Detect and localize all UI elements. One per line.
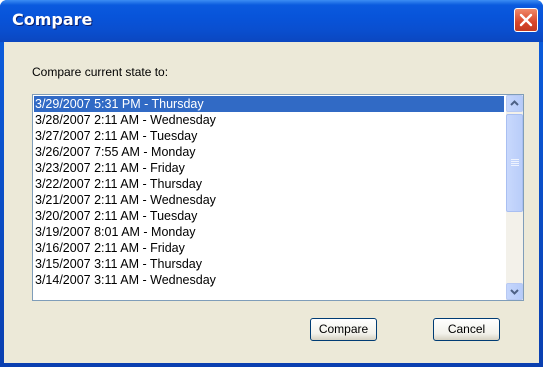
cancel-button[interactable]: Cancel bbox=[433, 318, 500, 341]
list-item[interactable]: 3/29/2007 5:31 PM - Thursday bbox=[34, 96, 504, 112]
list-item[interactable]: 3/20/2007 2:11 AM - Tuesday bbox=[34, 208, 504, 224]
window-title: Compare bbox=[12, 10, 93, 29]
vertical-scrollbar[interactable] bbox=[506, 95, 523, 300]
list-item[interactable]: 3/19/2007 8:01 AM - Monday bbox=[34, 224, 504, 240]
chevron-down-icon bbox=[510, 289, 519, 295]
list-item[interactable]: 3/26/2007 7:55 AM - Monday bbox=[34, 144, 504, 160]
close-icon bbox=[519, 13, 533, 27]
list-item[interactable]: 3/27/2007 2:11 AM - Tuesday bbox=[34, 128, 504, 144]
thumb-grip bbox=[511, 165, 519, 166]
thumb-grip bbox=[511, 161, 519, 162]
list-item[interactable]: 3/22/2007 2:11 AM - Thursday bbox=[34, 176, 504, 192]
scroll-down-button[interactable] bbox=[506, 283, 523, 300]
title-bar[interactable]: Compare bbox=[0, 0, 543, 42]
compare-button[interactable]: Compare bbox=[310, 318, 377, 341]
list-item[interactable]: 3/21/2007 2:11 AM - Wednesday bbox=[34, 192, 504, 208]
scroll-up-button[interactable] bbox=[506, 95, 523, 112]
prompt-label: Compare current state to: bbox=[32, 65, 169, 79]
chevron-up-icon bbox=[510, 100, 519, 106]
list-item[interactable]: 3/14/2007 3:11 AM - Wednesday bbox=[34, 272, 504, 288]
restore-point-list[interactable]: 3/29/2007 5:31 PM - Thursday 3/28/2007 2:… bbox=[32, 94, 524, 301]
list-item[interactable]: 3/23/2007 2:11 AM - Friday bbox=[34, 160, 504, 176]
list-items: 3/29/2007 5:31 PM - Thursday 3/28/2007 2:… bbox=[34, 96, 504, 288]
scroll-thumb[interactable] bbox=[506, 114, 523, 212]
compare-dialog: Compare Compare current state to: 3/29/2… bbox=[0, 0, 543, 367]
dialog-body: Compare current state to: 3/29/2007 5:31… bbox=[4, 42, 539, 363]
close-button[interactable] bbox=[514, 8, 538, 32]
thumb-grip bbox=[511, 159, 519, 160]
thumb-grip bbox=[511, 163, 519, 164]
list-item[interactable]: 3/15/2007 3:11 AM - Thursday bbox=[34, 256, 504, 272]
list-item[interactable]: 3/28/2007 2:11 AM - Wednesday bbox=[34, 112, 504, 128]
list-item[interactable]: 3/16/2007 2:11 AM - Friday bbox=[34, 240, 504, 256]
